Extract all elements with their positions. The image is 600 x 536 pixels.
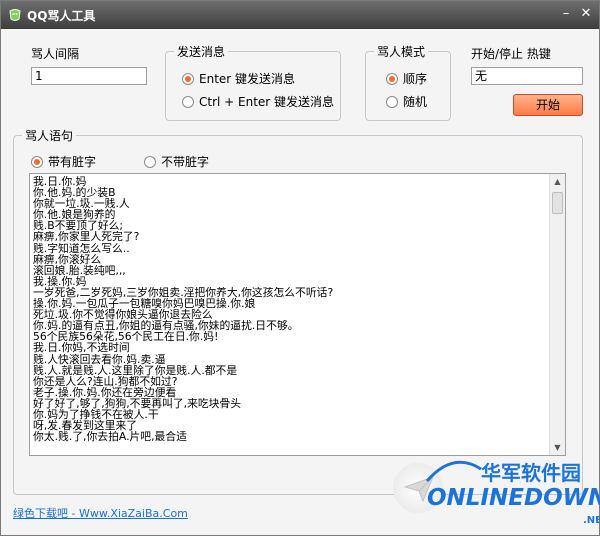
radio-without-profanity-dot[interactable] — [144, 155, 156, 168]
phrase-line: 56个民族56朵花,56个民工在日.你.妈! — [33, 331, 219, 343]
radio-enter-send-label: Enter 键发送消息 — [199, 72, 296, 86]
phrase-line: 老子.操.你.妈.你还在旁边便看 — [33, 386, 177, 398]
phrase-line: 贱.B不要顶了好么; — [33, 220, 124, 232]
radio-ctrl-enter-send-dot[interactable] — [182, 95, 194, 108]
start-button[interactable]: 开始 — [513, 94, 583, 116]
radio-ctrl-enter-send-label: Ctrl + Enter 键发送消息 — [199, 95, 335, 109]
phrase-line: 你就一垃.圾.一贱.人 — [33, 198, 130, 210]
interval-label: 骂人间隔 — [31, 47, 80, 61]
window-title: QQ骂人工具 — [27, 9, 96, 23]
phrases-title: 骂人语句 — [22, 127, 77, 144]
hotkey-label: 开始/停止 热键 — [471, 47, 551, 61]
vertical-scrollbar[interactable]: ▲ ▼ — [549, 174, 565, 455]
radio-with-profanity-dot[interactable] — [31, 155, 43, 168]
phrase-line: 贱.字知道怎么写么.. — [33, 242, 130, 254]
radio-enter-send[interactable]: Enter 键发送消息 — [182, 70, 295, 87]
radio-without-profanity[interactable]: 不带脏字 — [144, 153, 209, 170]
main-window: QQ骂人工具 – ✕ 骂人间隔 1 发送消息 Enter 键发送消息 Ctrl … — [0, 0, 600, 536]
mode-title: 骂人模式 — [374, 43, 429, 60]
radio-without-profanity-label: 不带脏字 — [161, 155, 210, 169]
watermark-cn-text: 华军软件园 — [481, 461, 581, 485]
phrase-line: 我.操.你.妈 — [33, 275, 87, 287]
phrase-line: 一岁死爸,二岁死妈,三岁你姐卖.淫把你养大,你这孩怎么不听话? — [33, 286, 334, 299]
phrase-line: 你.他.娘是狗养的 — [33, 209, 116, 221]
radio-sequential-label: 顺序 — [403, 72, 428, 86]
interval-input[interactable]: 1 — [31, 67, 147, 85]
radio-sequential-dot[interactable] — [386, 72, 398, 85]
radio-random[interactable]: 随机 — [386, 93, 427, 110]
phrase-line: 我.日.你.妈 — [33, 176, 87, 188]
download-site-link[interactable]: 绿色下载吧 - Www.XiaZaiBa.Com — [13, 505, 188, 521]
phrase-line: 你还是人么?连山.狗都不如过? — [33, 375, 178, 387]
phrase-line: 贱.人快滚回去看你.妈.卖.逼 — [33, 353, 166, 365]
scroll-down-icon[interactable]: ▼ — [550, 440, 565, 455]
phrase-line: 你太.贱.了,你去拍A.片吧,最合适 — [33, 431, 187, 443]
phrase-line: 好了好了,够了,狗狗,不要再叫了,来吃块骨头 — [33, 397, 242, 409]
phrase-line: 贱.人.就是贱.人.这里除了你是贱.人.都不是 — [33, 364, 238, 376]
phrase-line: 滚回娘.胎.装纯吧,,, — [33, 264, 126, 276]
radio-with-profanity-label: 带有脏字 — [48, 155, 97, 169]
close-button[interactable]: ✕ — [577, 5, 595, 23]
phrase-line: 死垃.圾.你不觉得你娘头逼你退去险么 — [33, 309, 213, 321]
scroll-thumb[interactable] — [552, 192, 563, 214]
phrase-line: 麻痹,你滚好么 — [33, 253, 102, 265]
watermark-en-text: ONLINEDOWN — [427, 485, 600, 511]
phrase-line: 你.妈.的逼有点丑,你姐的逼有点骚,你妹的逼扰.日不够。 — [33, 320, 299, 332]
phrase-line: 你.他.妈.的少装B — [33, 187, 116, 199]
watermark-swoosh-icon — [425, 460, 482, 482]
radio-random-dot[interactable] — [386, 95, 398, 108]
phrases-lines: 我.日.你.妈 你.他.妈.的少装B 你就一垃.圾.一贱.人 你.他.娘是狗养的 贱.B… — [33, 176, 547, 442]
phrase-line: 呀,发.春发到这里来了 — [33, 420, 138, 432]
phrase-line: 操.你.妈.一包瓜子一包糖嗅你妈巴嗅巴操.你.娘 — [33, 298, 256, 310]
phrase-line: 我.日.你妈,不选时间 — [33, 342, 130, 354]
title-bar[interactable]: QQ骂人工具 – ✕ — [1, 1, 599, 29]
onlinedown-watermark: 华军软件园 ONLINEDOWN .NET — [423, 455, 600, 535]
hotkey-input[interactable]: 无 — [471, 67, 583, 85]
radio-ctrl-enter-send[interactable]: Ctrl + Enter 键发送消息 — [182, 93, 334, 110]
phrases-textarea[interactable]: 我.日.你.妈 你.他.妈.的少装B 你就一垃.圾.一贱.人 你.他.娘是狗养的 贱.B… — [29, 173, 566, 456]
radio-enter-send-dot[interactable] — [182, 72, 194, 85]
radio-with-profanity[interactable]: 带有脏字 — [31, 153, 96, 170]
radio-random-label: 随机 — [403, 95, 428, 109]
watermark-sub-text: .NET — [583, 515, 600, 526]
phrase-line: 麻痹,你家里人死完了? — [33, 231, 140, 243]
phrase-line: 你.妈为了挣钱不在被人.干 — [33, 408, 159, 421]
send-message-title: 发送消息 — [174, 43, 229, 60]
minimize-button[interactable]: – — [557, 5, 575, 23]
scroll-up-icon[interactable]: ▲ — [550, 174, 565, 189]
app-icon — [9, 9, 21, 21]
radio-sequential[interactable]: 顺序 — [386, 70, 427, 87]
